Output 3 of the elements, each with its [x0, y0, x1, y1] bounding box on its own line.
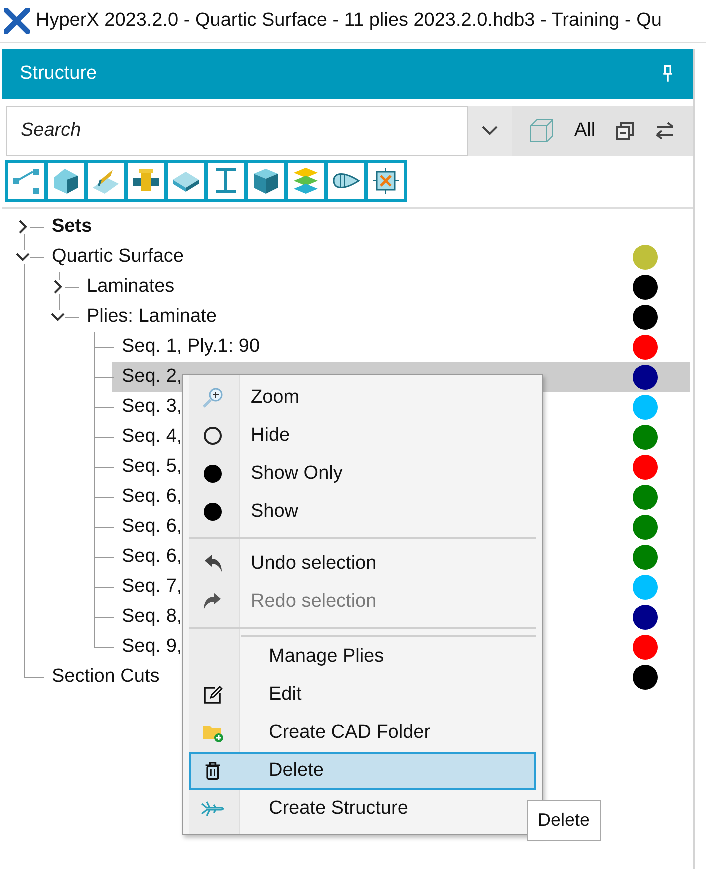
window-title: HyperX 2023.2.0 - Quartic Surface - 11 plies 2023.2.0.hdb3 - Training - Qu — [36, 10, 662, 32]
tooltip: Delete — [527, 800, 602, 841]
panel-title: Structure — [20, 63, 98, 85]
